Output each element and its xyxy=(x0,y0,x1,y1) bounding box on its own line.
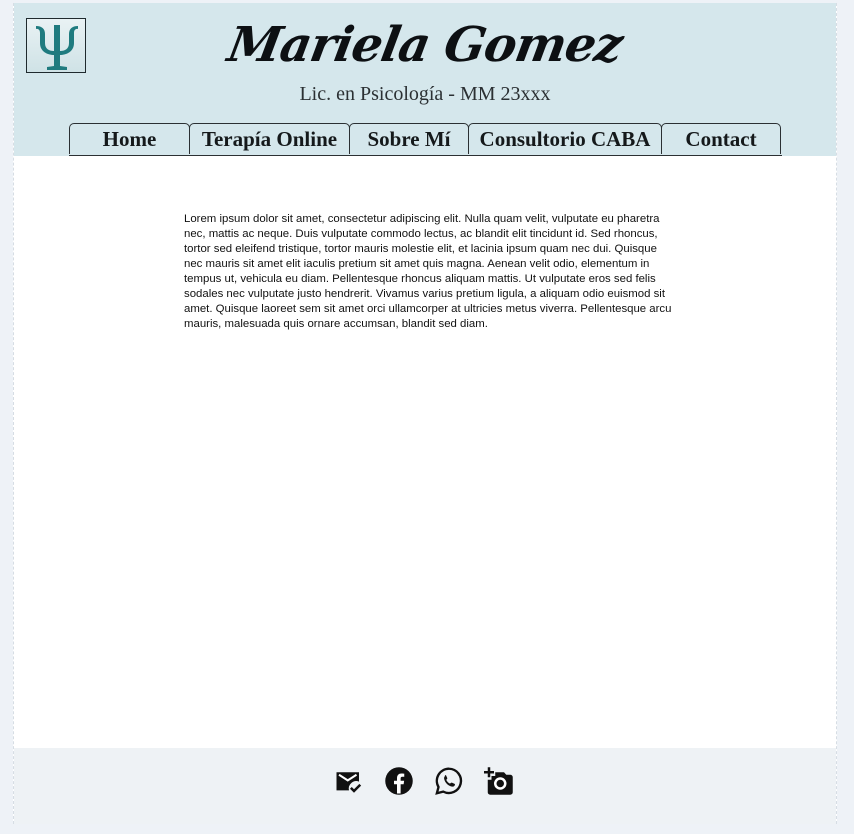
add-photo-button[interactable] xyxy=(484,766,514,796)
footer xyxy=(14,748,836,824)
tab-terapia-online[interactable]: Terapía Online xyxy=(189,123,350,154)
main-nav: Home Terapía Online Sobre Mí Consultorio… xyxy=(69,123,781,156)
page: Mariela Gomez Lic. en Psicología - MM 23… xyxy=(13,3,837,824)
site-title: Mariela Gomez xyxy=(223,17,627,73)
add-photo-icon xyxy=(484,767,513,795)
email-button[interactable] xyxy=(334,766,364,796)
facebook-button[interactable] xyxy=(384,766,414,796)
tab-contact[interactable]: Contact xyxy=(661,123,781,154)
whatsapp-button[interactable] xyxy=(434,766,464,796)
nav-divider xyxy=(69,155,782,156)
tab-consultorio-caba[interactable]: Consultorio CABA xyxy=(468,123,662,154)
site-subtitle: Lic. en Psicología - MM 23xxx xyxy=(299,83,551,105)
tab-home[interactable]: Home xyxy=(69,123,190,154)
facebook-icon xyxy=(385,767,413,795)
email-icon xyxy=(336,772,362,793)
whatsapp-icon xyxy=(435,767,463,795)
tab-sobre-mi[interactable]: Sobre Mí xyxy=(349,123,469,154)
body-text: Lorem ipsum dolor sit amet, consectetur … xyxy=(184,213,672,330)
social-links xyxy=(334,766,514,796)
